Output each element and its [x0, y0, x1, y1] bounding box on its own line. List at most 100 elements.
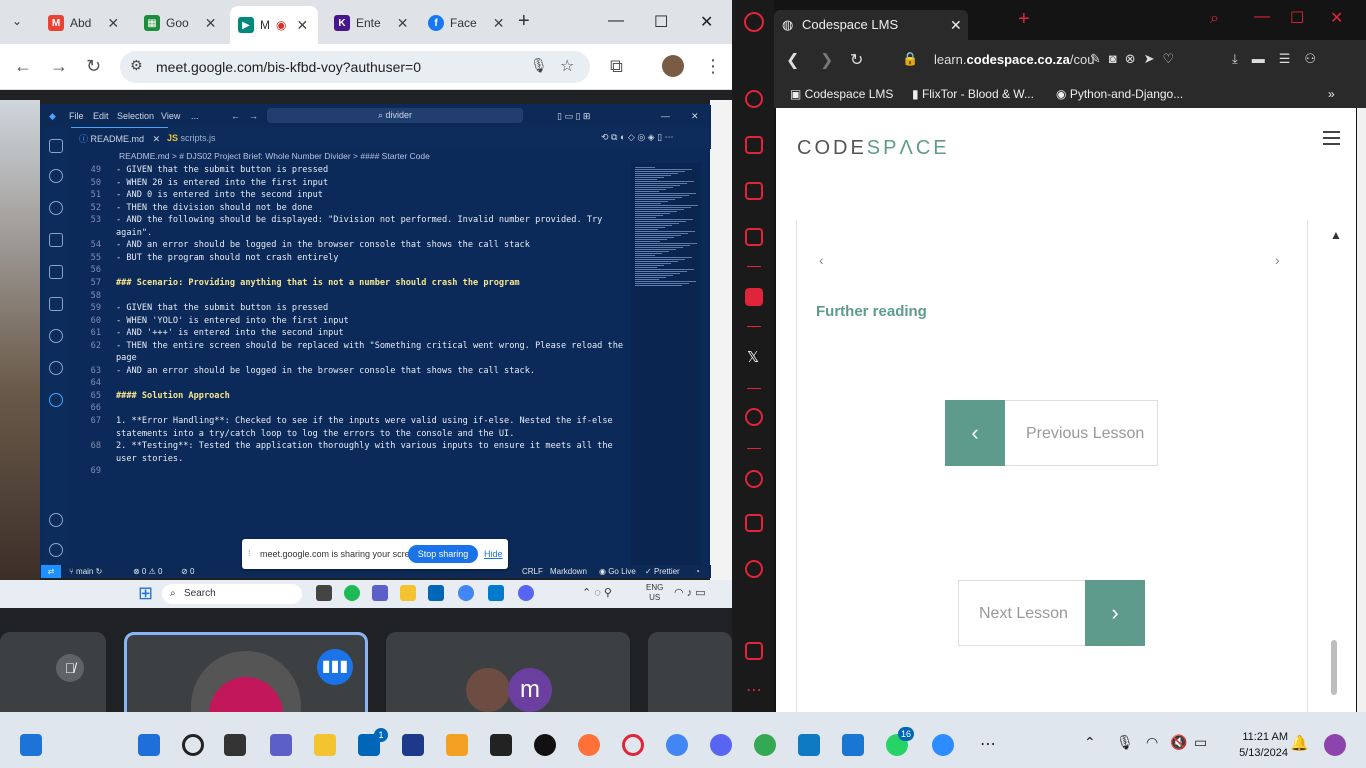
extensions-icon[interactable]: ⧉: [610, 56, 623, 77]
close-window-icon[interactable]: ✕: [691, 111, 699, 122]
participant-tile[interactable]: [648, 632, 732, 712]
menu-edit[interactable]: Edit: [93, 111, 109, 121]
go-live-button[interactable]: ◉ Go Live: [599, 565, 636, 578]
search-icon[interactable]: ⌕: [1210, 10, 1219, 28]
content-scroll-thumb[interactable]: [1331, 640, 1337, 695]
drag-handle-icon[interactable]: ⁞: [248, 548, 251, 558]
battery-icon[interactable]: ▭: [1194, 734, 1207, 751]
eol-indicator[interactable]: CRLF: [522, 565, 543, 578]
close-icon[interactable]: ✕: [397, 15, 409, 32]
power-automate-icon[interactable]: [402, 734, 424, 756]
code-line[interactable]: - THEN the entire screen should be repla…: [116, 341, 623, 351]
editor-actions-icon[interactable]: ⟲ ⧉ ◐ ◇ ◎ ◈ ▯ ⋯: [601, 132, 674, 143]
remote-icon[interactable]: [49, 329, 63, 343]
system-clock[interactable]: 11:21 AM 5/13/2024: [1228, 729, 1288, 761]
tray-overflow-icon[interactable]: ⌃: [1084, 734, 1096, 751]
stop-sharing-button[interactable]: Stop sharing: [408, 545, 478, 563]
menu-kebab-icon[interactable]: ⋮: [704, 56, 722, 77]
chrome-tab-sheets[interactable]: ▦ Goo ✕: [136, 8, 224, 38]
chrome-tab-kahoot[interactable]: K Ente ✕: [326, 8, 416, 38]
toolbar-actions-icon[interactable]: ⤓▬☰⚇: [1232, 51, 1330, 67]
code-line[interactable]: again".: [116, 228, 616, 238]
close-icon[interactable]: ✕: [296, 17, 308, 34]
code-line[interactable]: - AND the following should be displayed:…: [116, 215, 616, 225]
maximize-icon[interactable]: ☐: [1290, 8, 1304, 28]
code-line[interactable]: - AND 0 is entered into the second input: [116, 190, 616, 200]
extensions-icon[interactable]: [49, 265, 63, 279]
tab-readme[interactable]: ⓘ README.md ✕: [71, 127, 169, 149]
sticky-app-icon[interactable]: [446, 734, 468, 756]
account-icon[interactable]: [49, 513, 63, 527]
next-lesson-button[interactable]: Next Lesson ›: [958, 580, 1145, 646]
chrome-tab-gmail[interactable]: M Abd ✕: [40, 8, 127, 38]
x-twitter-icon[interactable]: 𝕏: [747, 348, 759, 366]
more-apps-icon[interactable]: ⋯: [980, 734, 996, 754]
cube-icon[interactable]: [745, 514, 763, 532]
microphone-icon[interactable]: 🎙: [1116, 734, 1134, 751]
chrome-profile-icon[interactable]: [754, 734, 776, 756]
code-line[interactable]: - AND an error should be logged in the b…: [116, 240, 616, 250]
address-actions-icon[interactable]: ✎◙⊗➤♡: [1090, 51, 1182, 67]
code-line[interactable]: 1. **Error Handling**: Checked to see if…: [116, 416, 616, 426]
speed-dial-icon[interactable]: [745, 90, 763, 108]
collapse-up-icon[interactable]: ▲: [1330, 228, 1342, 242]
settings-gear-icon[interactable]: [49, 543, 63, 557]
microphone-icon[interactable]: 🎙: [530, 57, 548, 74]
photos-icon[interactable]: [842, 734, 864, 756]
close-icon[interactable]: ✕: [107, 15, 119, 32]
close-icon[interactable]: ✕: [205, 15, 217, 32]
code-line[interactable]: - BUT the program should not crash entir…: [116, 253, 616, 263]
breadcrumb[interactable]: README.md > # DJS02 Project Brief: Whole…: [71, 149, 671, 163]
hamburger-menu-icon[interactable]: [1323, 131, 1340, 149]
teams-icon[interactable]: [270, 734, 292, 756]
search-icon[interactable]: [182, 734, 204, 756]
zoom-icon[interactable]: [932, 734, 954, 756]
code-line[interactable]: page: [116, 353, 616, 363]
file-explorer-icon[interactable]: [314, 734, 336, 756]
discord-icon[interactable]: [710, 734, 732, 756]
remote-indicator-icon[interactable]: ⇄: [41, 565, 61, 578]
source-control-icon[interactable]: [49, 201, 63, 215]
notes-icon[interactable]: [798, 734, 820, 756]
windows-start-icon[interactable]: [138, 734, 160, 756]
code-line[interactable]: - AND an error should be logged in the b…: [116, 366, 616, 376]
opera-tab-codespace[interactable]: ◍ Codespace LMS ✕: [774, 10, 968, 40]
bookmark-item[interactable]: ◉ Python-and-Django...: [1056, 87, 1183, 101]
layout-icon[interactable]: ▯ ▭ ▯ ⊞: [557, 111, 590, 122]
minimize-icon[interactable]: —: [661, 111, 670, 121]
branch-icon[interactable]: ⑂ main ↻: [69, 565, 102, 578]
maximize-icon[interactable]: ☐: [654, 12, 668, 32]
code-line[interactable]: statements into a try/catch loop to log …: [116, 429, 616, 439]
close-window-icon[interactable]: ✕: [1330, 8, 1343, 28]
back-icon[interactable]: ←: [14, 56, 32, 77]
code-line[interactable]: #### Solution Approach: [116, 391, 616, 401]
code-line[interactable]: - THEN the division should not be done: [116, 203, 616, 213]
participant-tile[interactable]: m: [386, 632, 630, 712]
new-tab-icon[interactable]: +: [1018, 8, 1030, 31]
new-tab-icon[interactable]: +: [518, 10, 530, 33]
carousel-next-icon[interactable]: ›: [1275, 252, 1280, 268]
nav-back-icon[interactable]: ←: [231, 111, 240, 121]
language-indicator[interactable]: Markdown: [550, 565, 587, 578]
more-icon[interactable]: ⋯: [746, 680, 762, 700]
tab-scripts[interactable]: JS scripts.js: [159, 127, 224, 149]
figma-icon[interactable]: [490, 734, 512, 756]
close-icon[interactable]: ✕: [493, 15, 505, 32]
hide-link[interactable]: Hide: [484, 549, 503, 559]
previous-lesson-button[interactable]: ‹ Previous Lesson: [945, 400, 1158, 466]
carousel-prev-icon[interactable]: ‹: [819, 252, 824, 268]
command-center-search[interactable]: ⌕ divider: [267, 108, 523, 123]
bookmark-item[interactable]: ▣ Codespace LMS: [790, 87, 893, 101]
search-icon[interactable]: [49, 169, 63, 183]
history-icon[interactable]: [745, 470, 763, 488]
code-line[interactable]: - WHEN 'YOLO' is entered into the first …: [116, 316, 616, 326]
testing-icon[interactable]: [49, 361, 63, 375]
forward-icon[interactable]: ❯: [820, 50, 833, 70]
copilot-icon[interactable]: [1324, 734, 1346, 756]
code-line[interactable]: - WHEN 20 is entered into the first inpu…: [116, 178, 616, 188]
participant-tile[interactable]: 🎙̸: [0, 632, 106, 712]
code-line[interactable]: - GIVEN that the submit button is presse…: [116, 165, 616, 175]
page-scrollbar[interactable]: [1357, 108, 1366, 712]
chrome-tab-meet[interactable]: ▶ M ◉ ✕: [230, 6, 318, 44]
player-icon[interactable]: [745, 408, 763, 426]
